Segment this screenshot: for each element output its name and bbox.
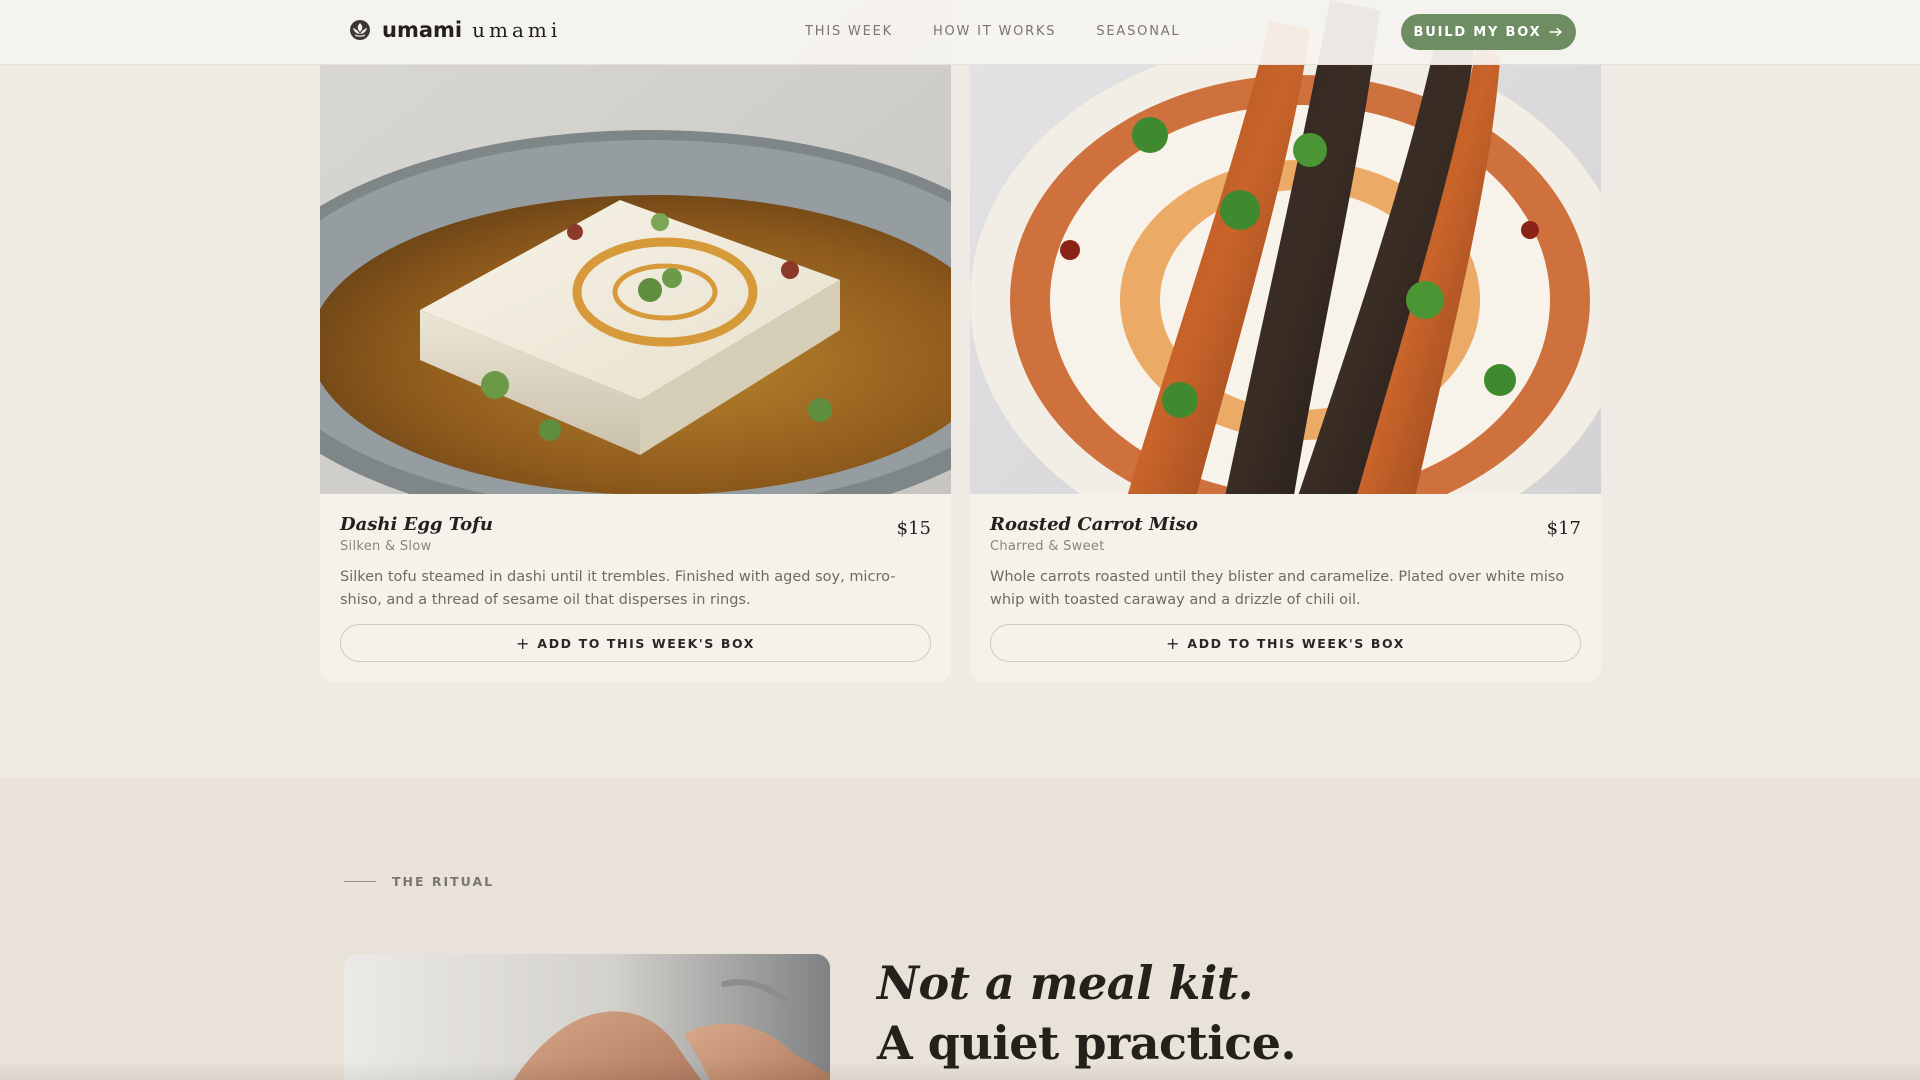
nav-links: THIS WEEK HOW IT WORKS SEASONAL <box>805 24 1180 39</box>
plus-icon: + <box>516 633 530 653</box>
ritual-section: THE RITUAL Not a meal kit. A quiet pract… <box>0 778 1920 1080</box>
add-to-box-label: ADD TO THIS WEEK'S BOX <box>537 635 755 651</box>
dish-description: Whole carrots roasted until they blister… <box>990 569 1565 608</box>
dish-price: $15 <box>896 518 931 539</box>
dish-card-dashi-egg-tofu: Dashi Egg Tofu $15 Silken & Slow Silken … <box>320 0 951 682</box>
plus-icon: + <box>1166 633 1180 653</box>
dish-title: Dashi Egg Tofu <box>340 514 493 535</box>
lotus-icon <box>350 20 370 40</box>
dish-subtitle: Charred & Sweet <box>990 539 1105 554</box>
nav-link-seasonal[interactable]: SEASONAL <box>1096 24 1180 39</box>
roasted-carrot-miso-image <box>970 0 1601 494</box>
nav-link-how-it-works[interactable]: HOW IT WORKS <box>933 24 1056 39</box>
ritual-headline-line1: Not a meal kit. <box>877 956 1254 1010</box>
dashi-egg-tofu-image <box>320 0 951 494</box>
add-to-box-button[interactable]: + ADD TO THIS WEEK'S BOX <box>340 624 931 662</box>
brand-tagline: umami <box>472 18 562 42</box>
eyebrow-label: THE RITUAL <box>392 874 495 889</box>
dish-card-roasted-carrot-miso: Roasted Carrot Miso $17 Charred & Sweet … <box>970 0 1601 682</box>
dish-card-body: Roasted Carrot Miso $17 Charred & Sweet … <box>990 514 1581 612</box>
brand-name: umami <box>382 18 463 42</box>
dish-subtitle: Silken & Slow <box>340 539 432 554</box>
section-eyebrow: THE RITUAL <box>344 874 494 889</box>
dish-title: Roasted Carrot Miso <box>990 514 1198 535</box>
build-my-box-label: BUILD MY BOX <box>1413 24 1542 40</box>
bottom-fade <box>0 1060 1920 1080</box>
eyebrow-divider <box>344 881 376 882</box>
add-to-box-button[interactable]: + ADD TO THIS WEEK'S BOX <box>990 624 1581 662</box>
dish-price: $17 <box>1546 518 1581 539</box>
add-to-box-label: ADD TO THIS WEEK'S BOX <box>1187 635 1405 651</box>
brand-logo[interactable]: umami umami <box>348 18 561 42</box>
dish-card-body: Dashi Egg Tofu $15 Silken & Slow Silken … <box>340 514 931 612</box>
nav-link-this-week[interactable]: THIS WEEK <box>805 24 893 39</box>
top-navigation: umami umami THIS WEEK HOW IT WORKS SEASO… <box>0 0 1920 65</box>
build-my-box-button[interactable]: BUILD MY BOX <box>1401 14 1576 50</box>
arrow-right-icon <box>1549 27 1563 37</box>
dish-description: Silken tofu steamed in dashi until it tr… <box>340 569 896 608</box>
